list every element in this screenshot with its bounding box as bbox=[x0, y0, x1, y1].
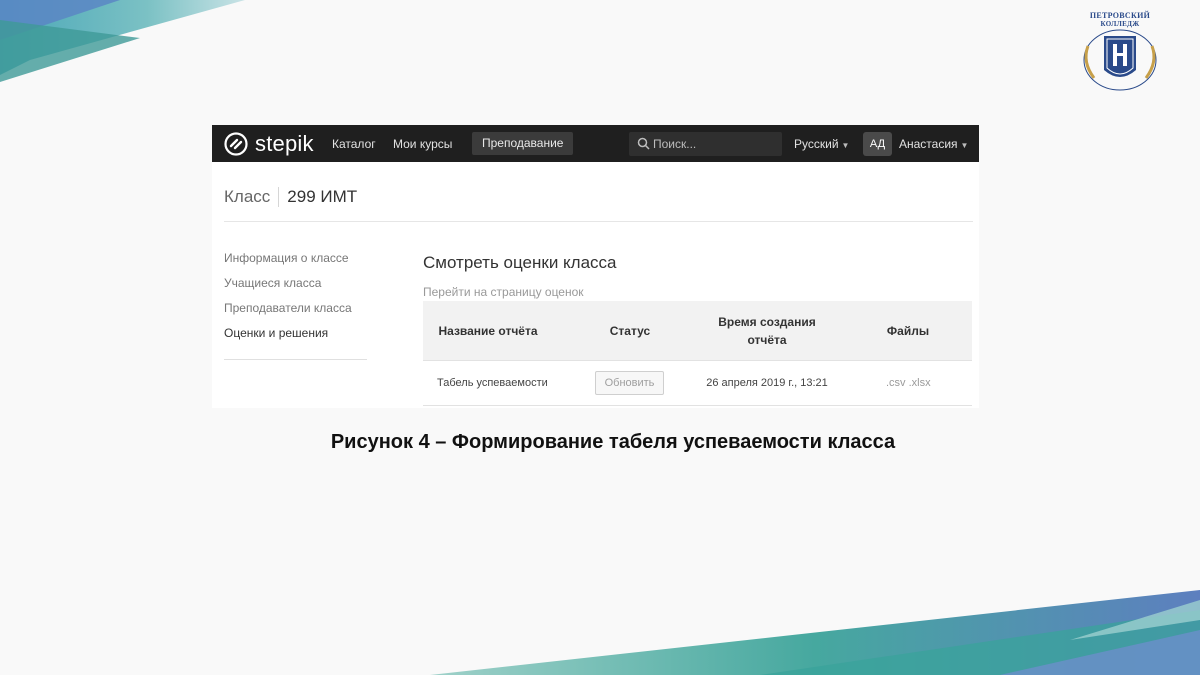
figure-caption: Рисунок 4 – Формирование табеля успеваем… bbox=[330, 431, 896, 453]
chevron-down-icon: ▼ bbox=[960, 141, 969, 150]
update-button[interactable]: Обновить bbox=[595, 371, 664, 395]
nav-link-catalog[interactable]: Каталог bbox=[332, 137, 376, 151]
header-report-name: Название отчёта bbox=[438, 324, 538, 338]
report-files: .csv .xlsx bbox=[886, 377, 931, 389]
sidebar-divider bbox=[224, 359, 367, 360]
class-name: 299 ИМТ bbox=[287, 187, 358, 206]
table-header: Название отчёта Статус Время создания от… bbox=[423, 301, 972, 361]
search-input[interactable] bbox=[653, 133, 777, 155]
search-box[interactable] bbox=[629, 132, 782, 156]
stepik-logo-icon bbox=[224, 131, 248, 156]
header-created-line2: отчёта bbox=[747, 333, 787, 347]
sidebar-item-students[interactable]: Учащиеся класса bbox=[224, 276, 352, 301]
class-sidebar: Информация о классе Учащиеся класса Преп… bbox=[224, 251, 352, 351]
user-name: Анастасия bbox=[899, 137, 958, 151]
header-created-time: Время создания отчёта bbox=[699, 313, 835, 349]
brand-name: stepik bbox=[255, 130, 314, 156]
divider bbox=[224, 221, 973, 222]
file-link-xlsx[interactable]: .xlsx bbox=[909, 377, 931, 389]
college-logo: ПЕТРОВСКИЙ КОЛЛЕДЖ bbox=[1080, 10, 1160, 92]
brand[interactable]: stepik bbox=[224, 131, 314, 156]
header-created-line1: Время создания bbox=[718, 315, 816, 329]
college-emblem-icon bbox=[1083, 29, 1157, 91]
breadcrumb-label[interactable]: Класс bbox=[224, 187, 270, 207]
page-title: Смотреть оценки класса bbox=[423, 253, 617, 272]
nav-link-my-courses[interactable]: Мои курсы bbox=[393, 137, 452, 151]
language-label: Русский bbox=[794, 137, 839, 151]
search-icon bbox=[637, 137, 650, 150]
nav-link-teaching[interactable]: Преподавание bbox=[472, 132, 574, 155]
breadcrumb: Класс 299 ИМТ bbox=[224, 187, 357, 207]
avatar[interactable]: АД bbox=[863, 132, 892, 156]
header-status: Статус bbox=[609, 324, 651, 338]
report-created-time: 26 апреля 2019 г., 13:21 bbox=[706, 377, 828, 389]
breadcrumb-divider bbox=[278, 187, 280, 207]
file-link-csv[interactable]: .csv bbox=[886, 377, 906, 389]
grades-page-link[interactable]: Перейти на страницу оценок bbox=[423, 285, 584, 299]
chevron-down-icon: ▼ bbox=[841, 141, 850, 150]
language-select[interactable]: Русский ▼ bbox=[794, 137, 849, 151]
stepik-screenshot: stepik Каталог Мои курсы Преподавание Ру… bbox=[212, 125, 979, 408]
table-row: Табель успеваемости Обновить 26 апреля 2… bbox=[423, 361, 972, 406]
user-menu[interactable]: Анастасия ▼ bbox=[899, 137, 968, 151]
reports-table: Название отчёта Статус Время создания от… bbox=[423, 301, 972, 406]
sidebar-item-teachers[interactable]: Преподаватели класса bbox=[224, 301, 352, 326]
sidebar-item-grades[interactable]: Оценки и решения bbox=[224, 326, 352, 351]
header-files: Файлы bbox=[886, 324, 930, 338]
sidebar-item-class-info[interactable]: Информация о классе bbox=[224, 251, 352, 276]
report-name: Табель успеваемости bbox=[437, 377, 548, 389]
top-navbar: stepik Каталог Мои курсы Преподавание Ру… bbox=[212, 125, 979, 162]
